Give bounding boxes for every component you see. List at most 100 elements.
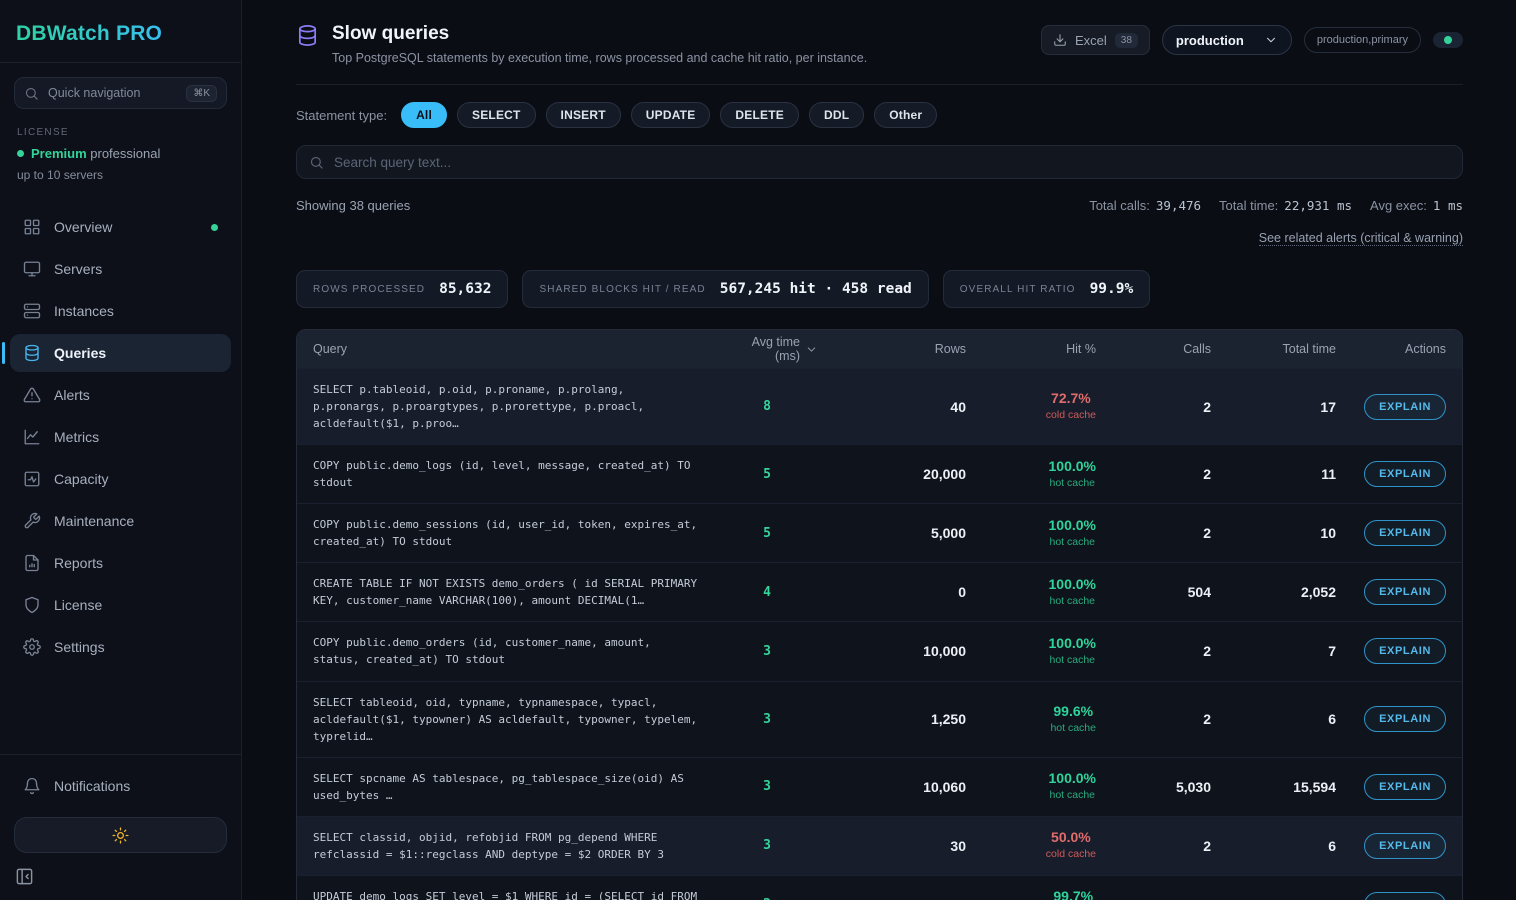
hit-percent: 72.7% [1046, 390, 1096, 406]
total-time-value: 17 [1211, 399, 1336, 415]
query-row[interactable]: SELECT p.tableoid, p.oid, p.proname, p.p… [297, 368, 1462, 444]
explain-button[interactable]: EXPLAIN [1364, 638, 1446, 664]
sidebar-item-capacity[interactable]: Capacity [10, 460, 231, 498]
main-content: Slow queries Top PostgreSQL statements b… [242, 0, 1516, 900]
sidebar-item-alerts[interactable]: Alerts [10, 376, 231, 414]
stats-row: ROWS PROCESSED 85,632 SHARED BLOCKS HIT … [296, 270, 1463, 308]
license-limit: up to 10 servers [17, 168, 224, 182]
rows-value: 40 [818, 399, 966, 415]
avg-time-value: 3 [726, 712, 818, 727]
app-logo: DBWatch PRO [0, 0, 241, 62]
calls-value: 2 [1096, 466, 1211, 482]
connection-status-toggle[interactable] [1433, 32, 1463, 48]
query-search-input[interactable] [334, 155, 1450, 170]
hit-percent: 100.0% [1049, 517, 1096, 533]
query-text: CREATE TABLE IF NOT EXISTS demo_orders (… [313, 575, 726, 609]
environment-badge: production,primary [1304, 27, 1421, 53]
database-icon [296, 24, 319, 52]
filters-label: Statement type: [296, 108, 387, 123]
column-header-hit[interactable]: Hit % [966, 342, 1096, 356]
sidebar-item-queries[interactable]: Queries [10, 334, 231, 372]
statement-filter-insert[interactable]: INSERT [546, 102, 621, 128]
sidebar-nav: Overview Servers Instances Queries Alert… [10, 208, 231, 666]
related-alerts-link[interactable]: See related alerts (critical & warning) [1259, 231, 1463, 246]
explain-button[interactable]: EXPLAIN [1364, 892, 1446, 900]
cache-label: hot cache [1049, 477, 1096, 489]
column-header-rows[interactable]: Rows [818, 342, 966, 356]
sidebar-item-settings[interactable]: Settings [10, 628, 231, 666]
hit-percent: 100.0% [1049, 458, 1096, 474]
page-title: Slow queries [332, 23, 867, 45]
query-text: SELECT p.tableoid, p.oid, p.proname, p.p… [313, 381, 726, 432]
statement-filter-ddl[interactable]: DDL [809, 102, 864, 128]
explain-button[interactable]: EXPLAIN [1364, 774, 1446, 800]
query-text: COPY public.demo_sessions (id, user_id, … [313, 516, 726, 550]
sidebar-item-maintenance[interactable]: Maintenance [10, 502, 231, 540]
sidebar-item-license[interactable]: License [10, 586, 231, 624]
cache-label: cold cache [1046, 409, 1096, 421]
avg-time-value: 4 [726, 585, 818, 600]
quick-navigation-button[interactable]: Quick navigation ⌘K [14, 77, 227, 109]
theme-toggle-button[interactable] [14, 817, 227, 853]
query-row[interactable]: COPY public.demo_sessions (id, user_id, … [297, 503, 1462, 562]
rows-value: 10,060 [818, 779, 966, 795]
rows-value: 0 [818, 584, 966, 600]
explain-button[interactable]: EXPLAIN [1364, 394, 1446, 420]
hit-ratio-cell: 100.0% hot cache [966, 517, 1096, 550]
bell-icon [23, 777, 41, 795]
sort-chevron-down-icon [805, 343, 818, 356]
search-icon [309, 155, 324, 170]
explain-button[interactable]: EXPLAIN [1364, 833, 1446, 859]
statement-filter-delete[interactable]: DELETE [720, 102, 799, 128]
statement-filter-update[interactable]: UPDATE [631, 102, 711, 128]
rows-value: 30 [818, 838, 966, 854]
explain-button[interactable]: EXPLAIN [1364, 520, 1446, 546]
statement-filter-select[interactable]: SELECT [457, 102, 536, 128]
query-row[interactable]: SELECT spcname AS tablespace, pg_tablesp… [297, 757, 1462, 816]
hit-percent: 99.6% [1050, 703, 1096, 719]
query-text: COPY public.demo_logs (id, level, messag… [313, 457, 726, 491]
query-row[interactable]: SELECT tableoid, oid, typname, typnamesp… [297, 681, 1462, 757]
query-row[interactable]: UPDATE demo_logs SET level = $1 WHERE id… [297, 875, 1462, 900]
column-header-calls[interactable]: Calls [1096, 342, 1211, 356]
stack-icon [23, 302, 41, 320]
query-row[interactable]: COPY public.demo_orders (id, customer_na… [297, 621, 1462, 680]
sidebar-item-servers[interactable]: Servers [10, 250, 231, 288]
explain-button[interactable]: EXPLAIN [1364, 706, 1446, 732]
query-row[interactable]: CREATE TABLE IF NOT EXISTS demo_orders (… [297, 562, 1462, 621]
total-time-value: 7 [1211, 643, 1336, 659]
environment-select[interactable]: production [1162, 25, 1292, 55]
sidebar-item-reports[interactable]: Reports [10, 544, 231, 582]
divider [0, 754, 241, 755]
query-row[interactable]: SELECT classid, objid, refobjid FROM pg_… [297, 816, 1462, 875]
query-text: UPDATE demo_logs SET level = $1 WHERE id… [313, 888, 726, 900]
notifications-button[interactable]: Notifications [10, 767, 231, 805]
quick-navigation-placeholder: Quick navigation [48, 86, 177, 100]
hit-percent: 50.0% [1046, 829, 1096, 845]
cache-label: hot cache [1050, 722, 1096, 734]
hit-percent: 100.0% [1049, 770, 1096, 786]
statement-filter-other[interactable]: Other [874, 102, 937, 128]
query-row[interactable]: COPY public.demo_logs (id, level, messag… [297, 444, 1462, 503]
column-header-avg-time[interactable]: Avg time (ms) [726, 335, 818, 363]
calls-value: 504 [1096, 584, 1211, 600]
query-text: COPY public.demo_orders (id, customer_na… [313, 634, 726, 668]
sidebar-item-instances[interactable]: Instances [10, 292, 231, 330]
explain-button[interactable]: EXPLAIN [1364, 579, 1446, 605]
export-excel-button[interactable]: Excel 38 [1041, 25, 1150, 55]
cache-label: hot cache [1049, 536, 1096, 548]
column-header-query[interactable]: Query [313, 342, 726, 356]
query-search[interactable] [296, 145, 1463, 179]
download-icon [1053, 33, 1067, 47]
keyboard-shortcut-badge: ⌘K [186, 85, 217, 102]
hit-ratio-cell: 100.0% hot cache [966, 576, 1096, 609]
sidebar-item-metrics[interactable]: Metrics [10, 418, 231, 456]
collapse-sidebar-button[interactable] [15, 867, 34, 886]
statement-filter-all[interactable]: All [401, 102, 447, 128]
avg-time-value: 3 [726, 644, 818, 659]
sidebar-item-overview[interactable]: Overview [10, 208, 231, 246]
column-header-total-time[interactable]: Total time [1211, 342, 1336, 356]
hit-ratio-cell: 100.0% hot cache [966, 458, 1096, 491]
rows-value: 1,250 [818, 711, 966, 727]
explain-button[interactable]: EXPLAIN [1364, 461, 1446, 487]
